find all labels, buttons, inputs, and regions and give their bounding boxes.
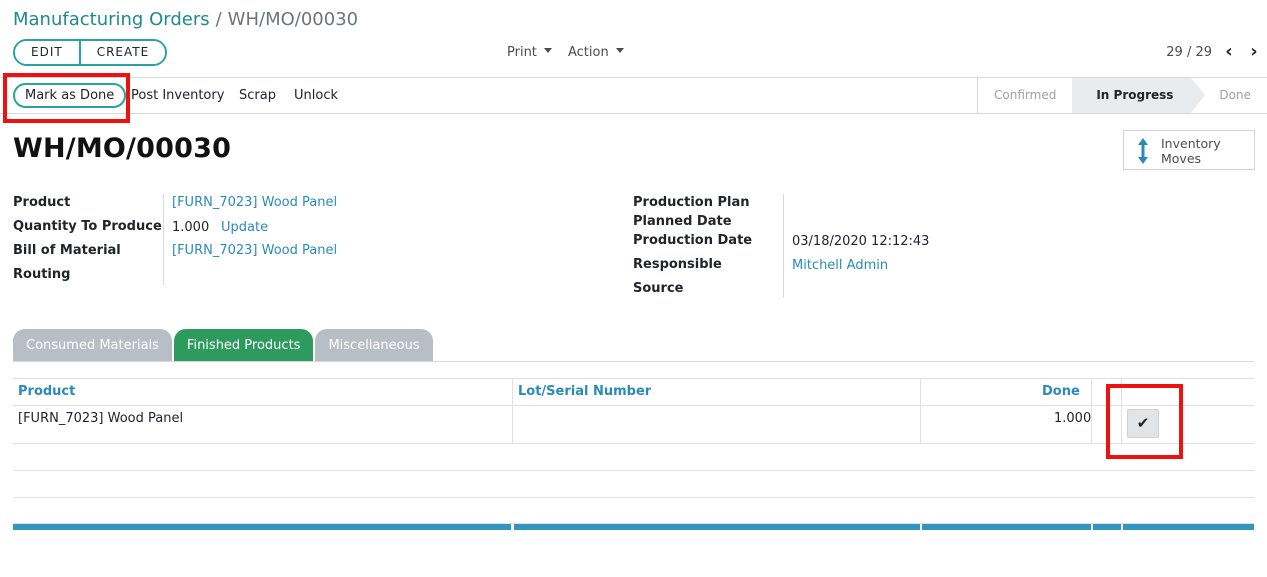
row-done-value: 1.000 xyxy=(1054,411,1092,426)
header-cell xyxy=(13,379,513,405)
table-empty-row xyxy=(13,497,1254,524)
action-dropdown[interactable]: Action xyxy=(568,45,624,60)
table-footer-bar xyxy=(1123,524,1254,530)
unlock-button[interactable]: Unlock xyxy=(294,78,338,113)
production-date-value: 03/18/2020 12:12:43 xyxy=(792,234,930,249)
responsible-label: Responsible xyxy=(633,257,722,272)
chevron-left-icon[interactable]: ‹ xyxy=(1220,40,1238,64)
chevron-right-icon[interactable]: › xyxy=(1245,40,1263,64)
bill-of-material-label: Bill of Material xyxy=(13,243,121,258)
product-value-link[interactable]: [FURN_7023] Wood Panel xyxy=(172,195,337,210)
page-title: WH/MO/00030 xyxy=(13,133,232,164)
scrap-button[interactable]: Scrap xyxy=(239,78,276,113)
column-header-product[interactable]: Product xyxy=(18,384,75,399)
update-quantity-link[interactable]: Update xyxy=(221,220,268,235)
inventory-moves-line1: Inventory xyxy=(1161,136,1221,151)
breadcrumb-separator: / xyxy=(215,9,222,30)
statusbar: Mark as Done Post Inventory Scrap Unlock… xyxy=(0,77,1267,114)
column-header-lot-serial[interactable]: Lot/Serial Number xyxy=(518,384,651,399)
tab-consumed-materials[interactable]: Consumed Materials xyxy=(13,329,172,362)
table-empty-row xyxy=(13,470,1254,497)
tab-underline xyxy=(13,361,1254,362)
table-header-row: Product Lot/Serial Number Done xyxy=(13,378,1254,405)
table-footer-bar xyxy=(922,524,1091,530)
table-empty-row xyxy=(13,443,1254,470)
inventory-moves-smart-button[interactable]: Inventory Moves xyxy=(1123,130,1255,170)
field-group-divider xyxy=(783,194,784,298)
responsible-value-link[interactable]: Mitchell Admin xyxy=(792,258,888,273)
row-product-value: [FURN_7023] Wood Panel xyxy=(18,411,184,426)
caret-down-icon xyxy=(543,48,552,53)
table-cell xyxy=(513,406,921,443)
table-footer-bar xyxy=(13,524,511,530)
inventory-moves-line2: Moves xyxy=(1161,151,1202,166)
caret-down-icon xyxy=(615,48,624,53)
status-stages: Confirmed In Progress Done xyxy=(977,78,1267,113)
tab-miscellaneous[interactable]: Miscellaneous xyxy=(315,329,433,362)
table-footer-bar xyxy=(1093,524,1121,530)
stage-done[interactable]: Done xyxy=(1191,78,1267,113)
create-button[interactable]: CREATE xyxy=(78,41,166,64)
print-dropdown[interactable]: Print xyxy=(507,45,552,60)
table-row[interactable]: [FURN_7023] Wood Panel 1.000 xyxy=(13,405,1254,443)
column-header-done[interactable]: Done xyxy=(1042,384,1080,399)
action-dropdown-label: Action xyxy=(568,45,609,60)
breadcrumb-parent-link[interactable]: Manufacturing Orders xyxy=(13,9,210,30)
up-down-arrows-icon xyxy=(1138,138,1148,164)
notebook-tabs: Consumed Materials Finished Products Mis… xyxy=(13,329,435,362)
highlight-box-mark-as-done xyxy=(3,73,130,123)
breadcrumb-current: WH/MO/00030 xyxy=(227,9,359,30)
tab-finished-products[interactable]: Finished Products xyxy=(173,329,314,362)
pager-value[interactable]: 29 / 29 xyxy=(1166,45,1212,60)
production-date-label: Production Date xyxy=(633,233,753,248)
inventory-moves-label: Inventory Moves xyxy=(1161,136,1245,166)
edit-button[interactable]: EDIT xyxy=(15,41,79,64)
edit-create-button-group: EDIT CREATE xyxy=(13,39,168,66)
planned-date-label: Planned Date xyxy=(633,214,732,229)
breadcrumb: Manufacturing Orders / WH/MO/00030 xyxy=(13,9,358,30)
quantity-to-produce-label: Quantity To Produce xyxy=(13,219,162,234)
bill-of-material-value-link[interactable]: [FURN_7023] Wood Panel xyxy=(172,243,337,258)
production-plan-label: Production Plan xyxy=(633,195,750,210)
highlight-box-checkmark xyxy=(1106,384,1183,459)
stage-confirmed[interactable]: Confirmed xyxy=(978,78,1072,113)
stage-in-progress[interactable]: In Progress xyxy=(1072,78,1206,113)
print-dropdown-label: Print xyxy=(507,45,537,60)
product-label: Product xyxy=(13,195,71,210)
table-footer-bar xyxy=(514,524,920,530)
source-label: Source xyxy=(633,281,684,296)
field-group-divider xyxy=(163,194,164,285)
routing-label: Routing xyxy=(13,267,71,282)
post-inventory-button[interactable]: Post Inventory xyxy=(131,78,224,113)
quantity-to-produce-value: 1.000 xyxy=(172,220,210,235)
